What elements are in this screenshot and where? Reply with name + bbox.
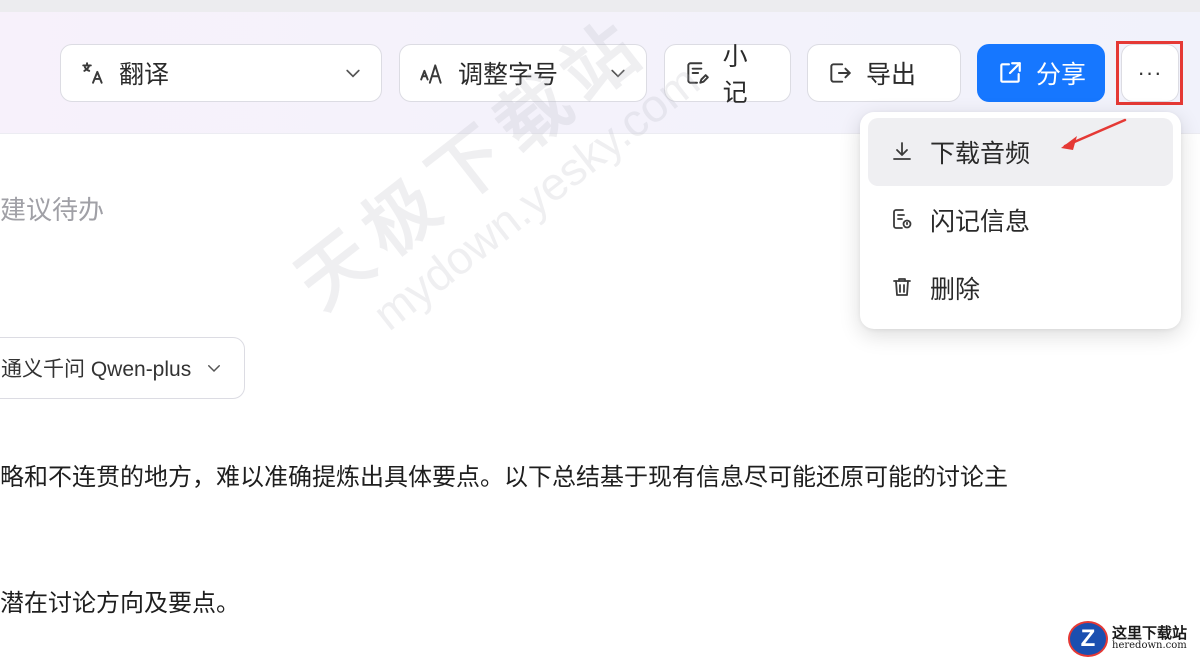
export-icon <box>826 59 854 87</box>
trash-icon <box>890 275 916 301</box>
export-button[interactable]: 导出 <box>807 44 961 102</box>
top-band <box>0 0 1200 12</box>
share-icon <box>996 59 1024 87</box>
logo-cn: 这里下载站 <box>1112 624 1188 642</box>
menu-item-label: 删除 <box>930 276 981 304</box>
share-button[interactable]: 分享 <box>977 44 1105 102</box>
model-select[interactable]: 通义千问 Qwen-plus <box>0 337 245 399</box>
more-icon: ··· <box>1137 60 1163 85</box>
logo-en: heredown.com <box>1112 640 1187 651</box>
translate-icon <box>79 59 107 87</box>
chevron-down-icon <box>346 69 360 78</box>
font-size-label: 调整字号 <box>458 61 559 89</box>
download-icon <box>890 139 916 165</box>
chevron-down-icon <box>208 365 221 373</box>
summary-paragraph: 潜在讨论方向及要点。 <box>0 590 240 617</box>
menu-item-flash-info[interactable]: 闪记信息 <box>868 186 1173 254</box>
note-button[interactable]: 小记 <box>664 43 791 107</box>
summary-paragraph: 略和不连贯的地方，难以准确提炼出具体要点。以下总结基于现有信息尽可能还原可能的讨… <box>0 464 1008 491</box>
menu-item-delete[interactable]: 删除 <box>868 254 1173 322</box>
translate-dropdown[interactable]: 翻译 <box>60 44 382 102</box>
more-options-button[interactable]: ··· <box>1121 44 1179 102</box>
menu-item-download-audio[interactable]: 下载音频 <box>868 118 1173 186</box>
translate-label: 翻译 <box>119 61 170 89</box>
info-doc-icon <box>890 207 916 233</box>
logo-z: Z <box>1068 620 1108 657</box>
export-label: 导出 <box>866 61 917 89</box>
more-options-menu: 下载音频 闪记信息 删除 <box>860 112 1181 329</box>
model-select-label: 通义千问 Qwen-plus <box>1 358 192 381</box>
app-window: 翻译 调整字号 小记 导出 分享 ··· 建议待办 通义千问 Qwen-plus… <box>0 0 1200 657</box>
todo-section-label: 建议待办 <box>0 195 105 225</box>
font-size-dropdown[interactable]: 调整字号 <box>399 44 647 102</box>
menu-item-label: 下载音频 <box>930 140 1031 168</box>
site-logo: Z 这里下载站 heredown.com <box>1068 620 1200 657</box>
note-label: 小记 <box>722 43 748 107</box>
share-label: 分享 <box>1036 61 1087 89</box>
chevron-down-icon <box>611 69 625 78</box>
menu-item-label: 闪记信息 <box>930 208 1031 236</box>
note-icon <box>683 59 711 87</box>
font-size-icon <box>418 59 446 87</box>
